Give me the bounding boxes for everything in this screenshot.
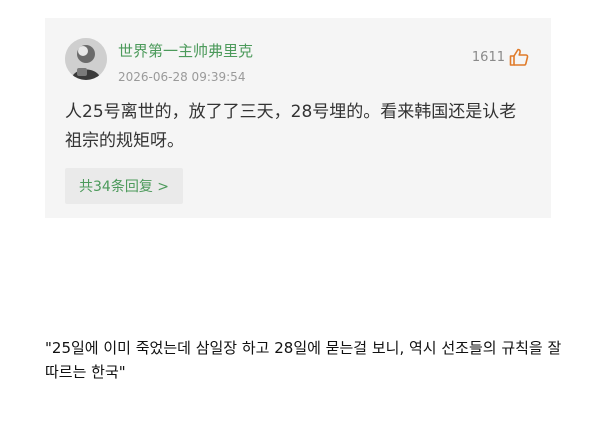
avatar[interactable]	[65, 38, 107, 80]
translation-caption: "25일에 이미 죽었는데 삼일장 하고 28일에 묻는걸 보니, 역시 선조들…	[45, 339, 562, 381]
comment-card: 世界第一主帅弗里克 2026-06-28 09:39:54 1611 人25号离…	[45, 18, 551, 218]
like-count: 1611	[471, 49, 505, 65]
thumbs-up-icon	[509, 48, 529, 66]
like-button[interactable]: 1611	[472, 48, 529, 66]
username[interactable]: 世界第一主帅弗里克	[118, 40, 253, 61]
avatar-icon	[65, 38, 107, 80]
view-replies-button[interactable]: 共34条回复 >	[65, 168, 183, 204]
comment-text: 人25号离世的，放了了三天，28号埋的。看来韩国还是认老祖宗的规矩呀。	[65, 102, 517, 151]
comment-timestamp: 2026-06-28 09:39:54	[118, 70, 246, 84]
